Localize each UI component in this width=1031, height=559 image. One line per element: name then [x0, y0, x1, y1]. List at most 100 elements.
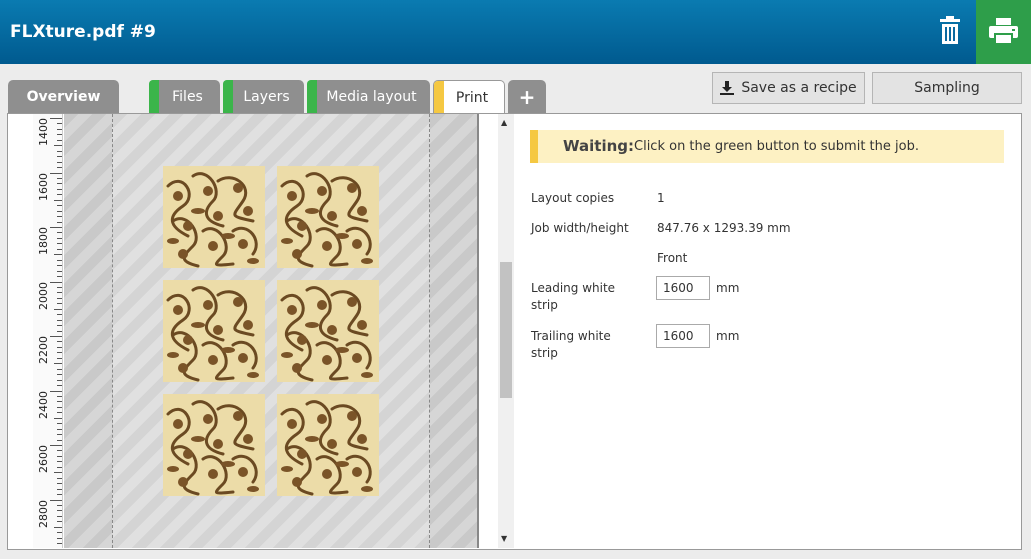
ruler-tick	[57, 434, 62, 436]
sampling-button[interactable]: Sampling	[872, 72, 1022, 104]
ruler-tick	[57, 330, 62, 332]
ruler-label: 2800	[37, 500, 50, 528]
leading-strip-input[interactable]: 1600	[656, 276, 710, 300]
side-label: Front	[657, 251, 688, 265]
ruler-label: 2200	[37, 336, 50, 364]
ruler-tick	[57, 286, 62, 288]
ruler-tick	[57, 455, 62, 457]
job-title: FLXture.pdf #9	[10, 22, 156, 42]
ruler-tick	[57, 488, 62, 490]
leading-unit: mm	[716, 281, 740, 295]
print-button[interactable]	[976, 0, 1031, 64]
canvas-scrollbar[interactable]: ▲ ▼	[498, 114, 514, 548]
ruler-tick	[57, 439, 62, 441]
ruler-tick	[57, 461, 62, 463]
printer-icon	[989, 18, 1018, 45]
trailing-unit: mm	[716, 329, 740, 343]
tab-print[interactable]: Print	[433, 80, 505, 114]
ruler-tick	[57, 128, 62, 130]
layout-tile[interactable]	[163, 280, 265, 382]
ruler-label: 1800	[37, 227, 50, 255]
ruler-tick	[57, 428, 62, 430]
ruler-tick	[57, 205, 62, 207]
save-as-recipe-button[interactable]: Save as a recipe	[712, 72, 865, 104]
ruler-tick	[57, 210, 62, 212]
ruler-tick	[57, 150, 62, 152]
ruler-tick	[54, 472, 62, 474]
ruler-tick	[50, 281, 62, 283]
ruler-tick	[57, 139, 62, 141]
printable-area	[112, 114, 430, 548]
media-edge	[477, 114, 479, 548]
ruler-tick	[57, 423, 62, 425]
ruler-tick	[57, 532, 62, 534]
media-canvas[interactable]	[64, 114, 477, 548]
ruler-tick	[57, 177, 62, 179]
layout-tile[interactable]	[277, 394, 379, 496]
status-banner: Waiting: Click on the green button to su…	[530, 130, 1004, 163]
ruler-tick	[50, 118, 62, 119]
ruler-tick	[50, 227, 62, 228]
ruler-tick	[57, 270, 62, 272]
tab-overview[interactable]: Overview	[8, 80, 119, 113]
ruler-tick	[57, 379, 62, 381]
status-label: Waiting:	[563, 137, 635, 155]
add-tab-button[interactable]: +	[508, 80, 546, 113]
layout-tile[interactable]	[277, 166, 379, 268]
ruler-tick	[57, 357, 62, 359]
ruler-tick	[57, 346, 62, 348]
ruler-tick	[57, 395, 62, 397]
ruler-tick	[54, 199, 62, 201]
ruler-label: 1400	[37, 118, 50, 146]
ruler-tick	[57, 265, 62, 267]
ruler-tick	[54, 526, 62, 528]
tab-status-marker	[434, 81, 444, 114]
trash-icon[interactable]	[936, 16, 964, 46]
layout-tile[interactable]	[163, 166, 265, 268]
scroll-down-arrow-icon[interactable]: ▼	[501, 534, 507, 543]
ruler-tick	[57, 325, 62, 327]
ruler-tick	[57, 221, 62, 223]
tab-files[interactable]: Files	[149, 80, 220, 113]
layout-tile[interactable]	[163, 394, 265, 496]
ruler-tick	[57, 477, 62, 479]
ruler-tick	[54, 145, 62, 147]
ruler-tick	[57, 385, 62, 387]
ruler-tick	[57, 521, 62, 523]
ruler-tick	[57, 276, 62, 278]
ruler-tick	[50, 445, 62, 446]
tab-status-marker	[307, 80, 317, 113]
trailing-strip-label: Trailing white strip	[531, 329, 611, 360]
status-message: Click on the green button to submit the …	[634, 139, 919, 154]
tab-media-layout[interactable]: Media layout	[307, 80, 430, 113]
job-size-value: 847.76 x 1293.39 mm	[657, 221, 791, 235]
ruler-tick	[57, 341, 62, 343]
ruler-tick	[57, 188, 62, 190]
ruler-tick	[57, 123, 62, 125]
ruler-tick	[57, 368, 62, 370]
ruler-tick	[57, 537, 62, 539]
ruler-tick	[57, 161, 62, 163]
ruler-label: 2600	[37, 445, 50, 473]
leading-strip-label: Leading white strip	[531, 281, 616, 312]
tab-status-marker	[149, 80, 159, 113]
layout-copies-label: Layout copies	[531, 191, 615, 205]
layout-tile[interactable]	[277, 280, 379, 382]
job-size-label: Job width/height	[531, 221, 629, 235]
ruler-tick	[57, 483, 62, 485]
ruler-tick	[57, 352, 62, 354]
tab-layers[interactable]: Layers	[223, 80, 304, 113]
ruler-tick	[57, 303, 62, 305]
ruler-tick	[57, 237, 62, 239]
app-header: FLXture.pdf #9	[0, 0, 1031, 64]
ruler-label: 1600	[37, 173, 50, 201]
ruler-tick	[57, 232, 62, 234]
ruler-label: 2400	[37, 391, 50, 419]
ruler-tick	[54, 254, 62, 256]
ruler-tick	[57, 466, 62, 468]
trailing-strip-input[interactable]: 1600	[656, 324, 710, 348]
ruler-tick	[57, 543, 62, 545]
ruler-tick	[54, 363, 62, 365]
scroll-up-arrow-icon[interactable]: ▲	[501, 118, 507, 127]
scroll-thumb[interactable]	[500, 262, 512, 398]
